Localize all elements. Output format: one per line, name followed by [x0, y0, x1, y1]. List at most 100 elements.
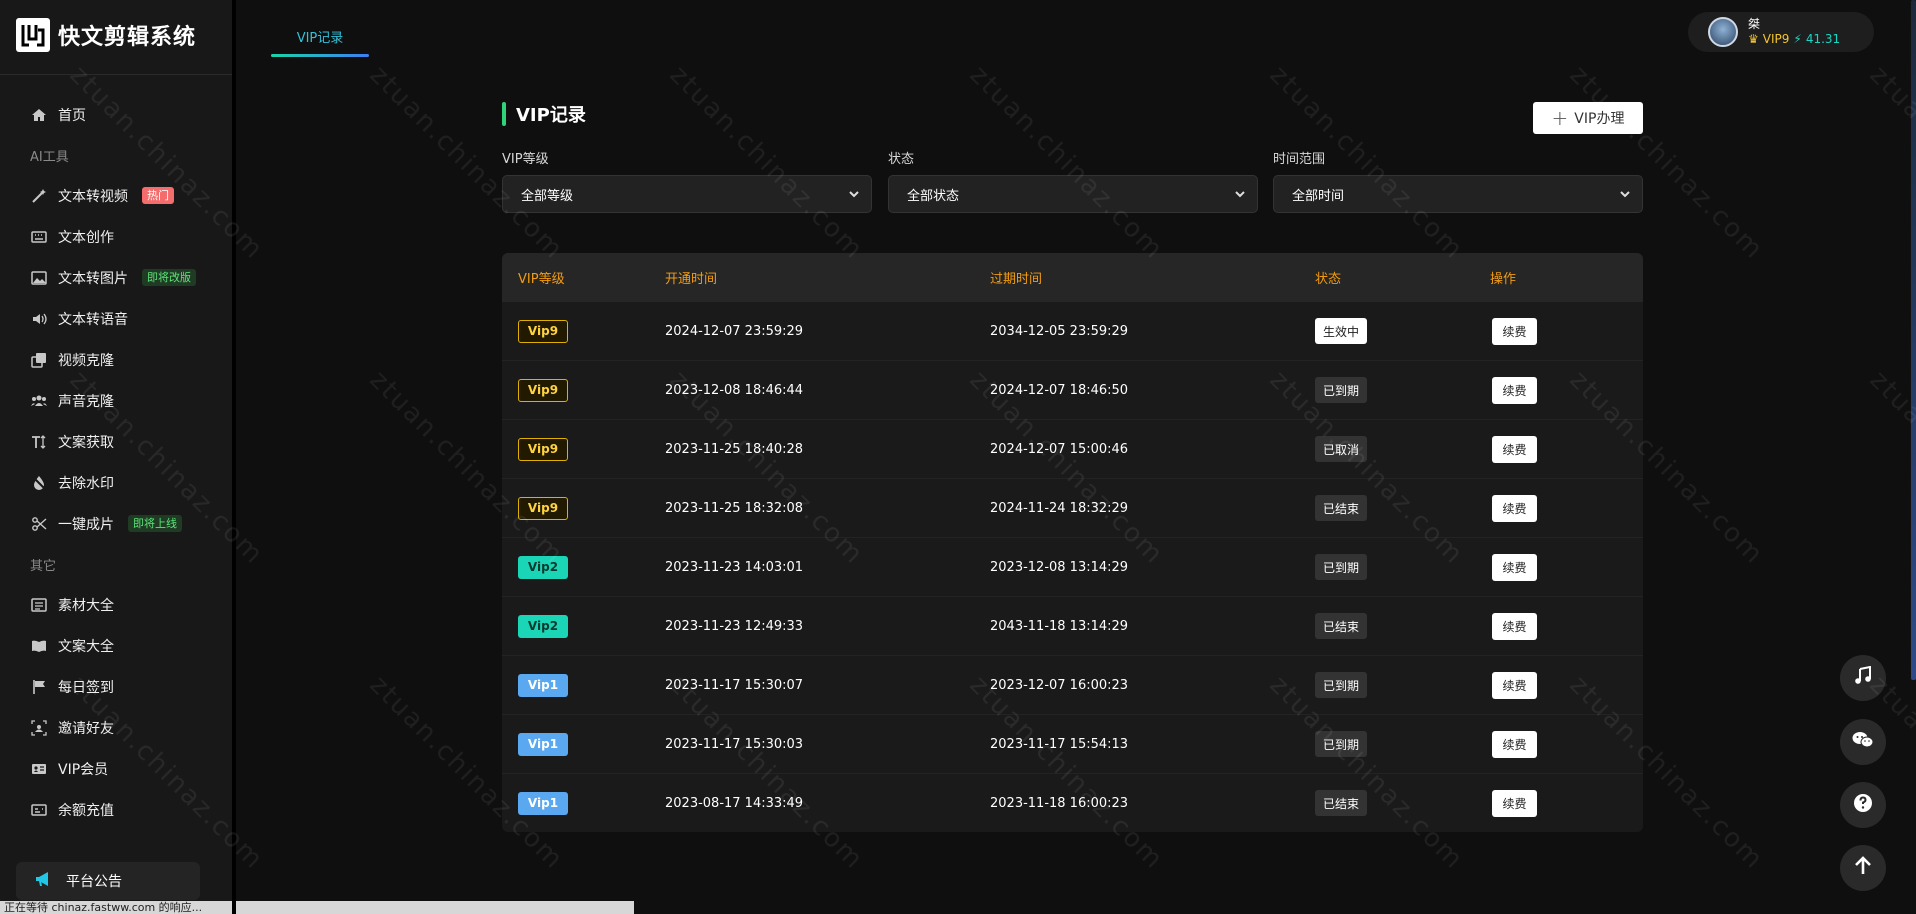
- sidebar-item-label: 余额充值: [58, 802, 114, 819]
- sidebar-item-text-to-image[interactable]: 文本转图片 即将改版: [0, 257, 232, 298]
- renew-button[interactable]: 续费: [1492, 435, 1537, 463]
- sidebar-item-label: 文本创作: [58, 229, 114, 246]
- status-badge: 已到期: [1315, 377, 1368, 403]
- cell-status: 已到期: [1315, 672, 1490, 698]
- tab-vip-records[interactable]: VIP记录: [271, 16, 369, 56]
- sidebar-item-label: VIP会员: [58, 761, 109, 778]
- cell-vip-level: Vip9: [502, 319, 665, 343]
- renew-button[interactable]: 续费: [1492, 553, 1537, 581]
- sidebar-item-label: 文案大全: [58, 638, 114, 655]
- user-profile[interactable]: 桀 ♛ VIP9 ⚡ 41.31: [1688, 12, 1874, 52]
- renew-button[interactable]: 续费: [1492, 671, 1537, 699]
- table-row: Vip9 2023-12-08 18:46:44 2024-12-07 18:46:…: [502, 361, 1643, 420]
- vip-apply-button[interactable]: + VIP办理: [1533, 102, 1643, 134]
- sidebar-item-one-click[interactable]: 一键成片 即将上线: [0, 503, 232, 544]
- bolt-icon: ⚡: [1793, 32, 1802, 46]
- filter-time-range: 时间范围 全部时间: [1273, 148, 1643, 213]
- select-value: 全部时间: [1292, 188, 1345, 204]
- cell-vip-level: Vip1: [502, 673, 665, 697]
- time-range-select[interactable]: 全部时间: [1273, 175, 1643, 213]
- scrollbar-thumb[interactable]: [1911, 0, 1916, 680]
- sidebar-item-text-creation[interactable]: 文本创作: [0, 216, 232, 257]
- revamp-badge: 即将改版: [142, 269, 196, 286]
- sidebar-item-copy-fetch[interactable]: 文案获取: [0, 421, 232, 462]
- cell-action: 续费: [1490, 789, 1643, 817]
- cell-status: 已到期: [1315, 554, 1490, 580]
- balance: 41.31: [1805, 32, 1841, 46]
- user-meta: ♛ VIP9 ⚡ 41.31: [1748, 32, 1840, 47]
- speaker-icon: [30, 310, 48, 328]
- renew-button[interactable]: 续费: [1492, 730, 1537, 758]
- id-card-icon: [30, 760, 48, 778]
- table-body: Vip9 2024-12-07 23:59:29 2034-12-05 23:59:…: [502, 302, 1643, 832]
- wechat-icon: [1852, 730, 1874, 754]
- music-button[interactable]: [1840, 655, 1886, 701]
- sidebar-menu: 首页 AI工具 文本转视频 热门 文本创作 文本转图片 即将改版 文本转语音 视…: [0, 94, 232, 830]
- status-badge: 已结束: [1315, 613, 1368, 639]
- money-card-icon: [30, 801, 48, 819]
- sidebar-item-label: 邀请好友: [58, 720, 114, 737]
- logo-icon: [16, 18, 50, 52]
- invite-users-icon: [30, 719, 48, 737]
- plus-icon: +: [1551, 106, 1569, 130]
- megaphone-icon: [34, 870, 52, 892]
- status-badge: 已结束: [1315, 790, 1368, 816]
- vip-level-badge: Vip9: [518, 437, 568, 461]
- sidebar-item-home[interactable]: 首页: [0, 94, 232, 135]
- sidebar-item-copy-library[interactable]: 文案大全: [0, 625, 232, 666]
- vip-level-select[interactable]: 全部等级: [502, 175, 872, 213]
- status-select[interactable]: 全部状态: [888, 175, 1258, 213]
- renew-button[interactable]: 续费: [1492, 612, 1537, 640]
- header-status: 状态: [1315, 272, 1342, 287]
- sidebar-item-invite[interactable]: 邀请好友: [0, 707, 232, 748]
- cell-vip-level: Vip1: [502, 791, 665, 815]
- avatar[interactable]: [1708, 17, 1738, 47]
- wechat-button[interactable]: [1840, 719, 1886, 765]
- back-to-top-button[interactable]: [1840, 845, 1886, 891]
- app-logo[interactable]: 快文剪辑系统: [16, 18, 196, 52]
- sidebar-item-text-to-video[interactable]: 文本转视频 热门: [0, 175, 232, 216]
- select-value: 全部状态: [907, 188, 960, 204]
- filter-vip-level: VIP等级 全部等级: [502, 148, 872, 213]
- cell-expire-time: 2023-11-18 16:00:23: [990, 795, 1129, 811]
- sidebar-item-voice-clone[interactable]: 声音克隆: [0, 380, 232, 421]
- cell-open-time: 2023-08-17 14:33:49: [665, 795, 804, 811]
- renew-button[interactable]: 续费: [1492, 494, 1537, 522]
- status-badge: 已到期: [1315, 731, 1368, 757]
- table-header: VIP等级 开通时间 过期时间 状态 操作: [502, 253, 1643, 302]
- renew-button[interactable]: 续费: [1492, 376, 1537, 404]
- sidebar-item-video-clone[interactable]: 视频克隆: [0, 339, 232, 380]
- table-row: Vip2 2023-11-23 14:03:01 2023-12-08 13:14:…: [502, 538, 1643, 597]
- vip-apply-label: VIP办理: [1574, 111, 1625, 127]
- magic-wand-icon: [30, 187, 48, 205]
- cell-status: 已到期: [1315, 377, 1490, 403]
- vip-level: VIP9: [1762, 32, 1790, 46]
- table-row: Vip1 2023-08-17 14:33:49 2023-11-18 16:00:…: [502, 774, 1643, 832]
- book-open-icon: [30, 637, 48, 655]
- sidebar-item-materials[interactable]: 素材大全: [0, 584, 232, 625]
- platform-notice-button[interactable]: 平台公告: [16, 862, 200, 900]
- renew-button[interactable]: 续费: [1492, 317, 1537, 345]
- filter-label: 状态: [888, 152, 915, 167]
- sidebar: 快文剪辑系统 首页 AI工具 文本转视频 热门 文本创作 文本转图片 即将改版 …: [0, 0, 232, 914]
- sidebar-item-label: 文案获取: [58, 434, 114, 451]
- hot-badge: 热门: [142, 187, 174, 204]
- page-title-text: VIP记录: [516, 105, 586, 126]
- sidebar-item-recharge[interactable]: 余额充值: [0, 789, 232, 830]
- cell-open-time: 2023-11-23 14:03:01: [665, 559, 804, 575]
- users-icon: [30, 392, 48, 410]
- cell-expire-time: 2024-12-07 18:46:50: [990, 382, 1129, 398]
- header-expire-time: 过期时间: [990, 272, 1043, 287]
- help-button[interactable]: [1840, 782, 1886, 828]
- sidebar-item-label: 每日签到: [58, 679, 114, 696]
- sidebar-item-vip[interactable]: VIP会员: [0, 748, 232, 789]
- cell-open-time: 2023-11-25 18:32:08: [665, 500, 804, 516]
- text-height-icon: [30, 433, 48, 451]
- sidebar-item-remove-watermark[interactable]: 去除水印: [0, 462, 232, 503]
- image-icon: [30, 269, 48, 287]
- renew-button[interactable]: 续费: [1492, 789, 1537, 817]
- vip-level-badge: Vip1: [518, 732, 568, 756]
- sidebar-item-text-to-speech[interactable]: 文本转语音: [0, 298, 232, 339]
- sidebar-item-daily-checkin[interactable]: 每日签到: [0, 666, 232, 707]
- cell-action: 续费: [1490, 553, 1643, 581]
